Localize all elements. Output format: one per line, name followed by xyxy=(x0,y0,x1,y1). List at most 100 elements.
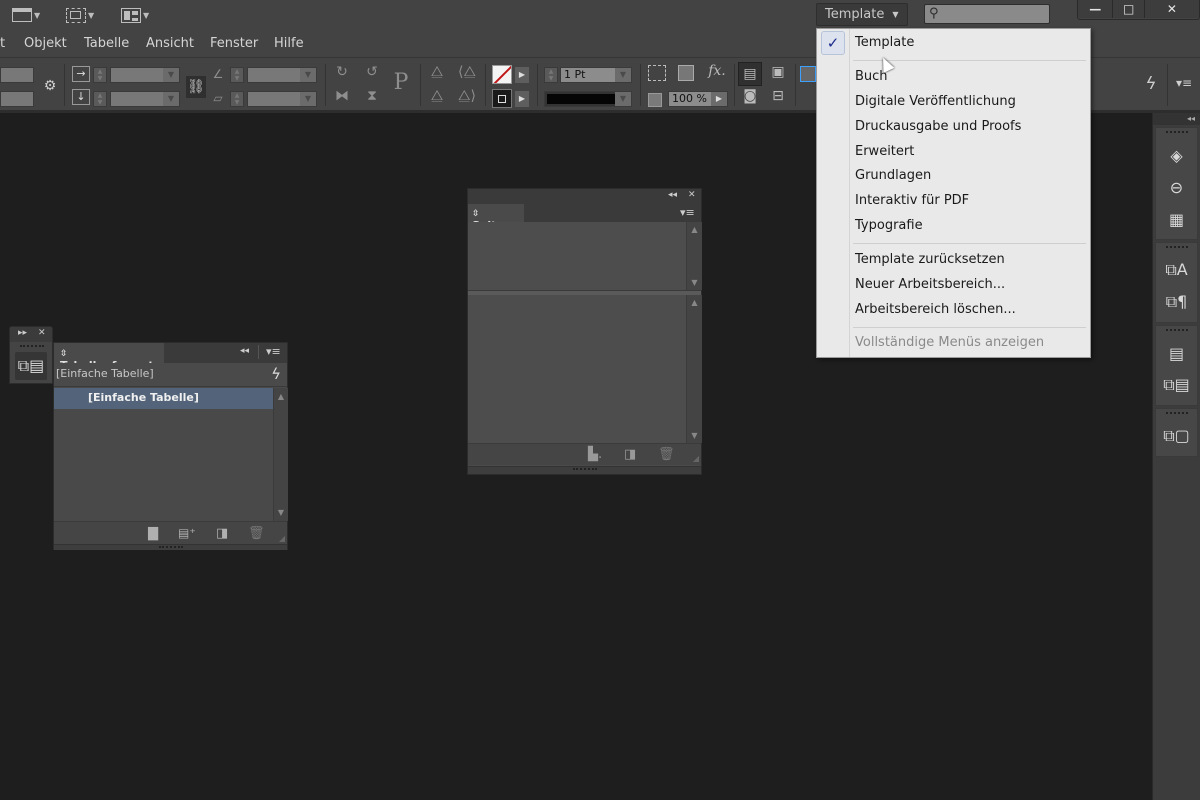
tab-tabellenformate[interactable]: ⇳ Tabellenformate xyxy=(54,343,164,372)
quick-apply-icon[interactable]: ϟ xyxy=(1142,74,1160,94)
reference-point-icon[interactable]: ⚙ xyxy=(40,78,60,94)
new-style-icon[interactable]: ◨ xyxy=(216,526,228,541)
menu-item-erweitert[interactable]: Erweitert xyxy=(855,144,914,159)
height-field[interactable]: ▼ xyxy=(110,91,180,107)
scroll-down-icon[interactable]: ▼ xyxy=(687,278,702,287)
new-page-icon[interactable]: ◨ xyxy=(624,447,636,462)
close-icon[interactable]: ✕ xyxy=(688,190,696,200)
rotate-ccw-icon[interactable]: ↺ xyxy=(363,64,381,80)
select-content-icon[interactable]: ⧋ xyxy=(428,88,446,104)
close-icon[interactable]: ✕ xyxy=(38,328,46,338)
constrain-proportions-icon[interactable]: ⛓ xyxy=(186,76,206,98)
cell-styles-icon[interactable]: ⧉▤ xyxy=(1156,369,1197,401)
collapse-panel-icon[interactable]: ◂◂ xyxy=(668,190,677,200)
paragraph-styles-icon[interactable]: ⧉¶ xyxy=(1156,286,1197,318)
menu-item-objekt[interactable]: Objekt xyxy=(24,36,67,51)
maximize-button[interactable]: □ xyxy=(1113,0,1145,18)
edit-page-size-icon[interactable]: ▙. xyxy=(588,447,602,462)
document-pages-area[interactable] xyxy=(468,295,686,443)
panel-menu-icon[interactable]: ▾≡ xyxy=(1174,76,1194,90)
load-styles-icon[interactable]: ▤⁺ xyxy=(178,526,196,540)
width-field[interactable]: ▼ xyxy=(110,67,180,83)
search-input[interactable]: ⚲ xyxy=(924,4,1050,24)
arrange-documents-button[interactable]: ▼ xyxy=(121,5,149,25)
menu-item-digitale-veroeffentlichung[interactable]: Digitale Veröffentlichung xyxy=(855,94,1016,109)
select-next-icon[interactable]: ⧋⟩ xyxy=(456,88,478,104)
menu-item-typografie[interactable]: Typografie xyxy=(855,218,923,233)
scroll-up-icon[interactable]: ▲ xyxy=(687,298,702,307)
close-button[interactable]: ✕ xyxy=(1144,0,1199,18)
shear-stepper[interactable]: ▲ ▼ xyxy=(230,91,244,107)
tab-seiten[interactable]: ⇳ Seiten xyxy=(468,204,524,232)
stroke-swatch[interactable] xyxy=(492,89,512,108)
scrollbar[interactable]: ▲ ▼ xyxy=(686,222,702,290)
links-icon[interactable]: ⊖ xyxy=(1156,171,1197,203)
trash-icon[interactable]: 🗑 xyxy=(658,447,675,462)
text-wrap-bounding-box-icon[interactable]: ▣ xyxy=(768,64,788,80)
view-options-button[interactable]: ▼ xyxy=(12,5,40,25)
grip-handle[interactable] xyxy=(468,466,701,474)
swatches-grid-icon[interactable]: ▦ xyxy=(1156,203,1197,235)
text-wrap-jump-icon[interactable]: ⊟ xyxy=(768,88,788,104)
panel-menu-icon[interactable]: ▾≡ xyxy=(680,206,695,219)
flip-vertical-icon[interactable]: ⧗ xyxy=(363,88,381,104)
trash-icon[interactable]: 🗑 xyxy=(248,526,265,541)
menu-item-ansicht[interactable]: Ansicht xyxy=(146,36,194,51)
bevel-icon[interactable] xyxy=(678,65,694,81)
folder-icon[interactable]: ▇ xyxy=(148,526,158,541)
table-icon[interactable]: ▤ xyxy=(1156,337,1197,369)
grip-handle[interactable] xyxy=(1165,131,1188,139)
shear-field[interactable]: ▼ xyxy=(247,91,317,107)
resize-grip-icon[interactable]: ◢ xyxy=(279,534,285,543)
grip-handle[interactable] xyxy=(1165,412,1188,420)
lightning-clear-overrides-icon[interactable]: ϟ xyxy=(271,365,281,383)
drop-shadow-icon[interactable] xyxy=(648,65,666,81)
grip-handle[interactable] xyxy=(54,544,287,550)
scroll-up-icon[interactable]: ▲ xyxy=(274,392,288,401)
layers-icon[interactable]: ◈ xyxy=(1156,139,1197,171)
fill-menu-arrow[interactable]: ▶ xyxy=(515,67,529,83)
rotation-field[interactable]: ▼ xyxy=(247,67,317,83)
menu-item-layout[interactable]: t xyxy=(0,36,5,51)
menu-item-hilfe[interactable]: Hilfe xyxy=(274,36,304,51)
grip-handle[interactable] xyxy=(20,345,44,347)
text-wrap-shape-icon[interactable]: ◙ xyxy=(740,88,760,104)
scroll-down-icon[interactable]: ▼ xyxy=(274,508,288,517)
stroke-weight-stepper[interactable]: ▲ ▼ xyxy=(544,67,558,83)
y-position-field[interactable] xyxy=(0,91,34,107)
effects-fx-icon[interactable]: fx. xyxy=(706,63,728,79)
rotation-stepper[interactable]: ▲ ▼ xyxy=(230,67,244,83)
text-wrap-none-icon[interactable]: ▤ xyxy=(738,62,762,86)
menu-item-fenster[interactable]: Fenster xyxy=(210,36,258,51)
panel-menu-icon[interactable]: ▾≡ xyxy=(266,345,281,358)
auto-fit-frame-icon[interactable] xyxy=(800,66,816,82)
workspace-switcher[interactable]: Template ▼ xyxy=(816,3,908,26)
menu-item-interaktiv-fuer-pdf[interactable]: Interaktiv für PDF xyxy=(855,193,969,208)
rotate-cw-icon[interactable]: ↻ xyxy=(333,64,351,80)
select-previous-icon[interactable]: ⟨⧋ xyxy=(456,64,478,80)
x-position-field[interactable] xyxy=(0,67,34,83)
minimize-button[interactable]: — xyxy=(1078,0,1114,18)
grip-handle[interactable] xyxy=(1165,246,1188,254)
stroke-menu-arrow[interactable]: ▶ xyxy=(515,91,529,107)
scrollbar[interactable]: ▲ ▼ xyxy=(273,388,288,521)
expand-panels-icon[interactable]: ▸▸ xyxy=(18,328,27,338)
collapse-panel-icon[interactable]: ◂◂ xyxy=(240,346,249,356)
stroke-weight-field[interactable]: 1 Pt ▼ xyxy=(560,67,632,83)
resize-grip-icon[interactable]: ◢ xyxy=(693,454,699,463)
menu-item-tabelle[interactable]: Tabelle xyxy=(84,36,129,51)
scrollbar[interactable]: ▲ ▼ xyxy=(686,295,702,443)
height-stepper[interactable]: ▲ ▼ xyxy=(93,91,107,107)
opacity-field[interactable]: 100 % ▶ xyxy=(668,91,728,107)
stroke-type-field[interactable]: ▼ xyxy=(544,91,632,107)
character-styles-icon[interactable]: ⧉A xyxy=(1156,254,1197,286)
table-styles-icon[interactable]: ⧉▤ xyxy=(15,352,47,380)
object-styles-icon[interactable]: ⧉▢ xyxy=(1156,420,1197,452)
list-item[interactable]: [Einfache Tabelle] xyxy=(54,388,273,409)
select-container-icon[interactable]: ⧋ xyxy=(428,64,446,80)
fill-swatch[interactable] xyxy=(492,65,512,84)
scroll-up-icon[interactable]: ▲ xyxy=(687,225,702,234)
width-stepper[interactable]: ▲ ▼ xyxy=(93,67,107,83)
grip-handle[interactable] xyxy=(1165,329,1188,337)
master-pages-area[interactable] xyxy=(468,222,686,290)
